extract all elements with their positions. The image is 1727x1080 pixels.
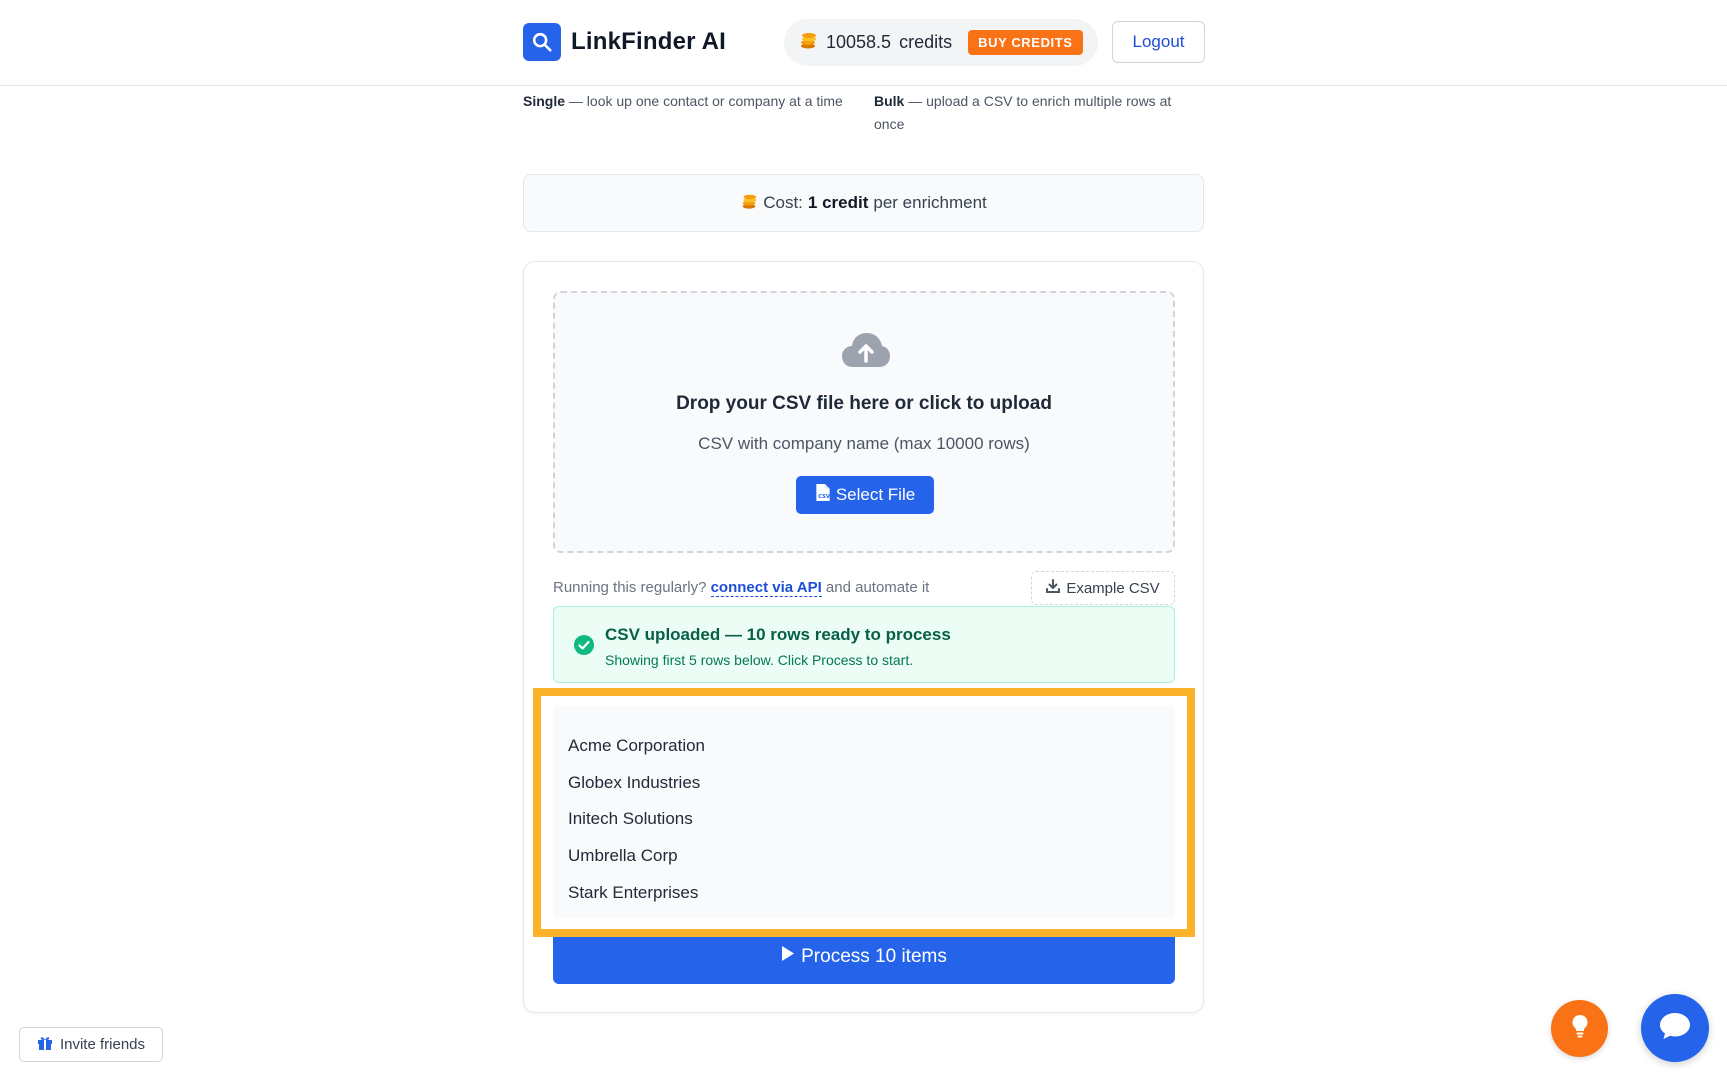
- mode-single-text: — look up one contact or company at a ti…: [568, 93, 843, 109]
- upload-success-title: CSV uploaded — 10 rows ready to process: [605, 625, 951, 644]
- select-file-label: Select File: [835, 485, 916, 504]
- chat-bubble-icon: [1658, 1011, 1692, 1046]
- process-items-button[interactable]: Process 10 items: [553, 929, 1175, 984]
- upload-success-subtitle: Showing first 5 rows below. Click Proces…: [605, 652, 914, 668]
- invite-friends-button[interactable]: Invite friends: [19, 1027, 163, 1062]
- feedback-button[interactable]: [1551, 1000, 1608, 1057]
- list-item: Stark Enterprises: [568, 882, 699, 902]
- check-circle-icon: [574, 635, 594, 660]
- search-icon: [523, 23, 561, 61]
- dropzone-subtitle: CSV with company name (max 10000 rows): [698, 434, 1030, 453]
- list-item: Acme Corporation: [568, 736, 706, 756]
- cost-amount: 1 credit: [807, 193, 869, 212]
- coins-icon: [798, 30, 818, 55]
- list-item: Globex Industries: [568, 772, 701, 792]
- play-icon: [781, 945, 795, 968]
- dropzone-title: Drop your CSV file here or click to uplo…: [676, 393, 1052, 414]
- csv-file-icon: CSV: [815, 483, 831, 507]
- list-item: Initech Solutions: [568, 809, 693, 829]
- top-bar: LinkFinder AI 10058.5 credits BUY CREDIT…: [0, 0, 1727, 86]
- lightbulb-icon: [1571, 1014, 1589, 1043]
- api-hint-suffix: and automate it: [825, 579, 930, 596]
- mode-single-description: Single — look up one contact or company …: [523, 90, 843, 113]
- csv-preview-list: Acme Corporation Globex Industries Inite…: [553, 706, 1175, 918]
- cloud-upload-icon: [841, 331, 891, 374]
- list-item: Umbrella Corp: [568, 846, 678, 866]
- chat-button[interactable]: [1641, 994, 1709, 1062]
- buy-credits-button[interactable]: BUY CREDITS: [968, 30, 1083, 55]
- invite-friends-label: Invite friends: [59, 1036, 146, 1053]
- connect-api-link[interactable]: connect via API: [710, 579, 822, 597]
- cost-prefix: Cost:: [763, 193, 803, 212]
- example-csv-label: Example CSV: [1066, 579, 1160, 597]
- mode-bulk-description: Bulk — upload a CSV to enrich multiple r…: [874, 90, 1194, 136]
- process-items-label: Process 10 items: [801, 945, 947, 967]
- gift-icon: [37, 1035, 53, 1055]
- credits-pill: 10058.5 credits BUY CREDITS: [784, 19, 1098, 66]
- credits-amount: 10058.5: [826, 32, 892, 52]
- csv-dropzone[interactable]: Drop your CSV file here or click to uplo…: [553, 291, 1175, 553]
- svg-text:CSV: CSV: [818, 494, 831, 500]
- brand-name: LinkFinder AI: [571, 28, 727, 55]
- api-hint: Running this regularly? connect via API …: [553, 579, 930, 597]
- mode-single-name: Single: [523, 93, 566, 109]
- upload-success-alert: CSV uploaded — 10 rows ready to process …: [553, 606, 1175, 683]
- mode-bulk-name: Bulk: [874, 93, 905, 109]
- logout-button[interactable]: Logout: [1112, 21, 1205, 63]
- api-hint-prefix: Running this regularly?: [553, 579, 707, 596]
- cost-suffix: per enrichment: [873, 193, 987, 212]
- credits-label: credits: [899, 32, 953, 52]
- download-icon: [1046, 579, 1061, 597]
- cost-info: Cost: 1 credit per enrichment: [523, 174, 1204, 232]
- coins-icon: [740, 192, 758, 215]
- brand[interactable]: LinkFinder AI: [523, 23, 726, 61]
- select-file-button[interactable]: CSV Select File: [796, 476, 934, 514]
- mode-bulk-text: — upload a CSV to enrich multiple rows a…: [874, 93, 1172, 132]
- example-csv-button[interactable]: Example CSV: [1031, 571, 1175, 605]
